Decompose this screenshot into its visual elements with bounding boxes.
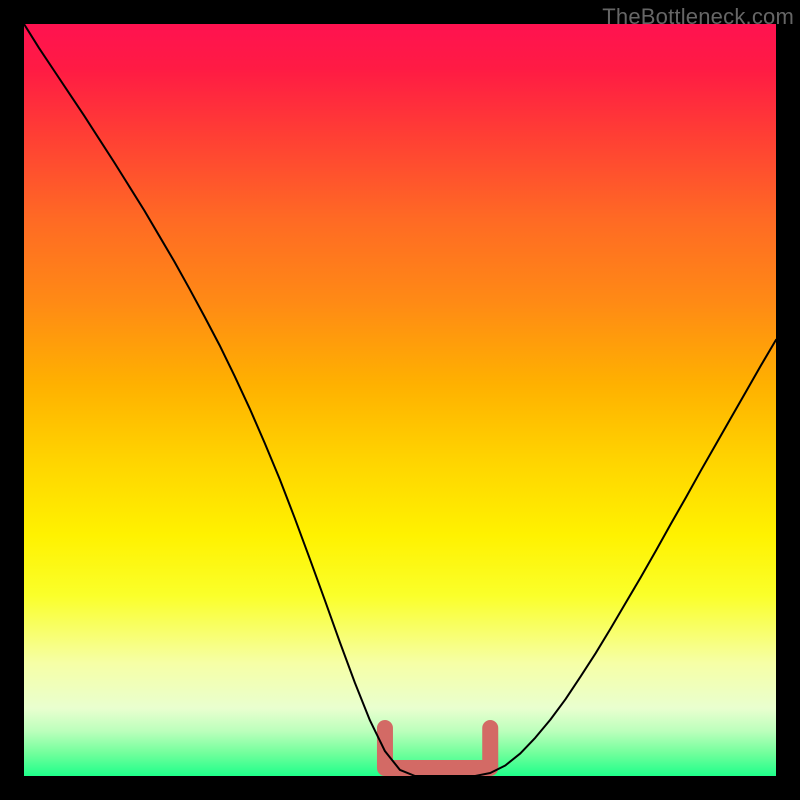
chart-svg <box>24 24 776 776</box>
plot-area <box>24 24 776 776</box>
highlight-patch <box>385 728 490 768</box>
bottleneck-curve <box>24 24 776 776</box>
watermark-text: TheBottleneck.com <box>602 4 794 30</box>
chart-container: TheBottleneck.com <box>0 0 800 800</box>
